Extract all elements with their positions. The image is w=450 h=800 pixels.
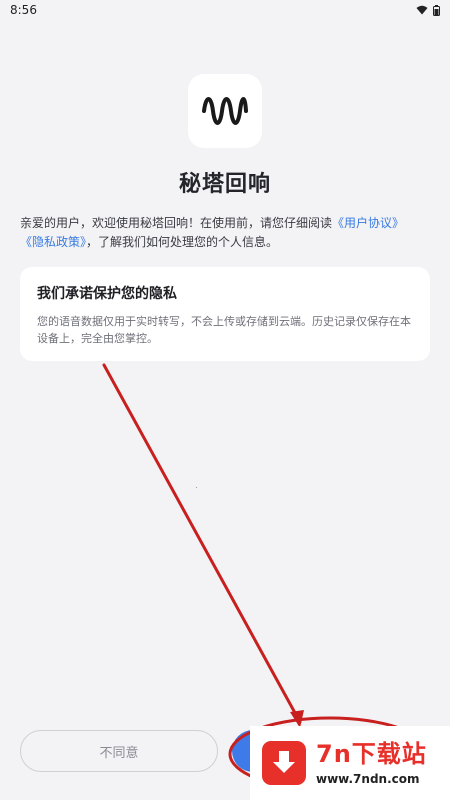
watermark-brand: 7n下载站: [316, 740, 427, 768]
download-icon: [262, 741, 306, 785]
watermark: 7n下载站 www.7ndn.com: [250, 726, 450, 800]
watermark-url: www.7ndn.com: [316, 772, 420, 786]
annotation-overlay: [102, 363, 432, 792]
annotation-arrow: [102, 363, 302, 724]
